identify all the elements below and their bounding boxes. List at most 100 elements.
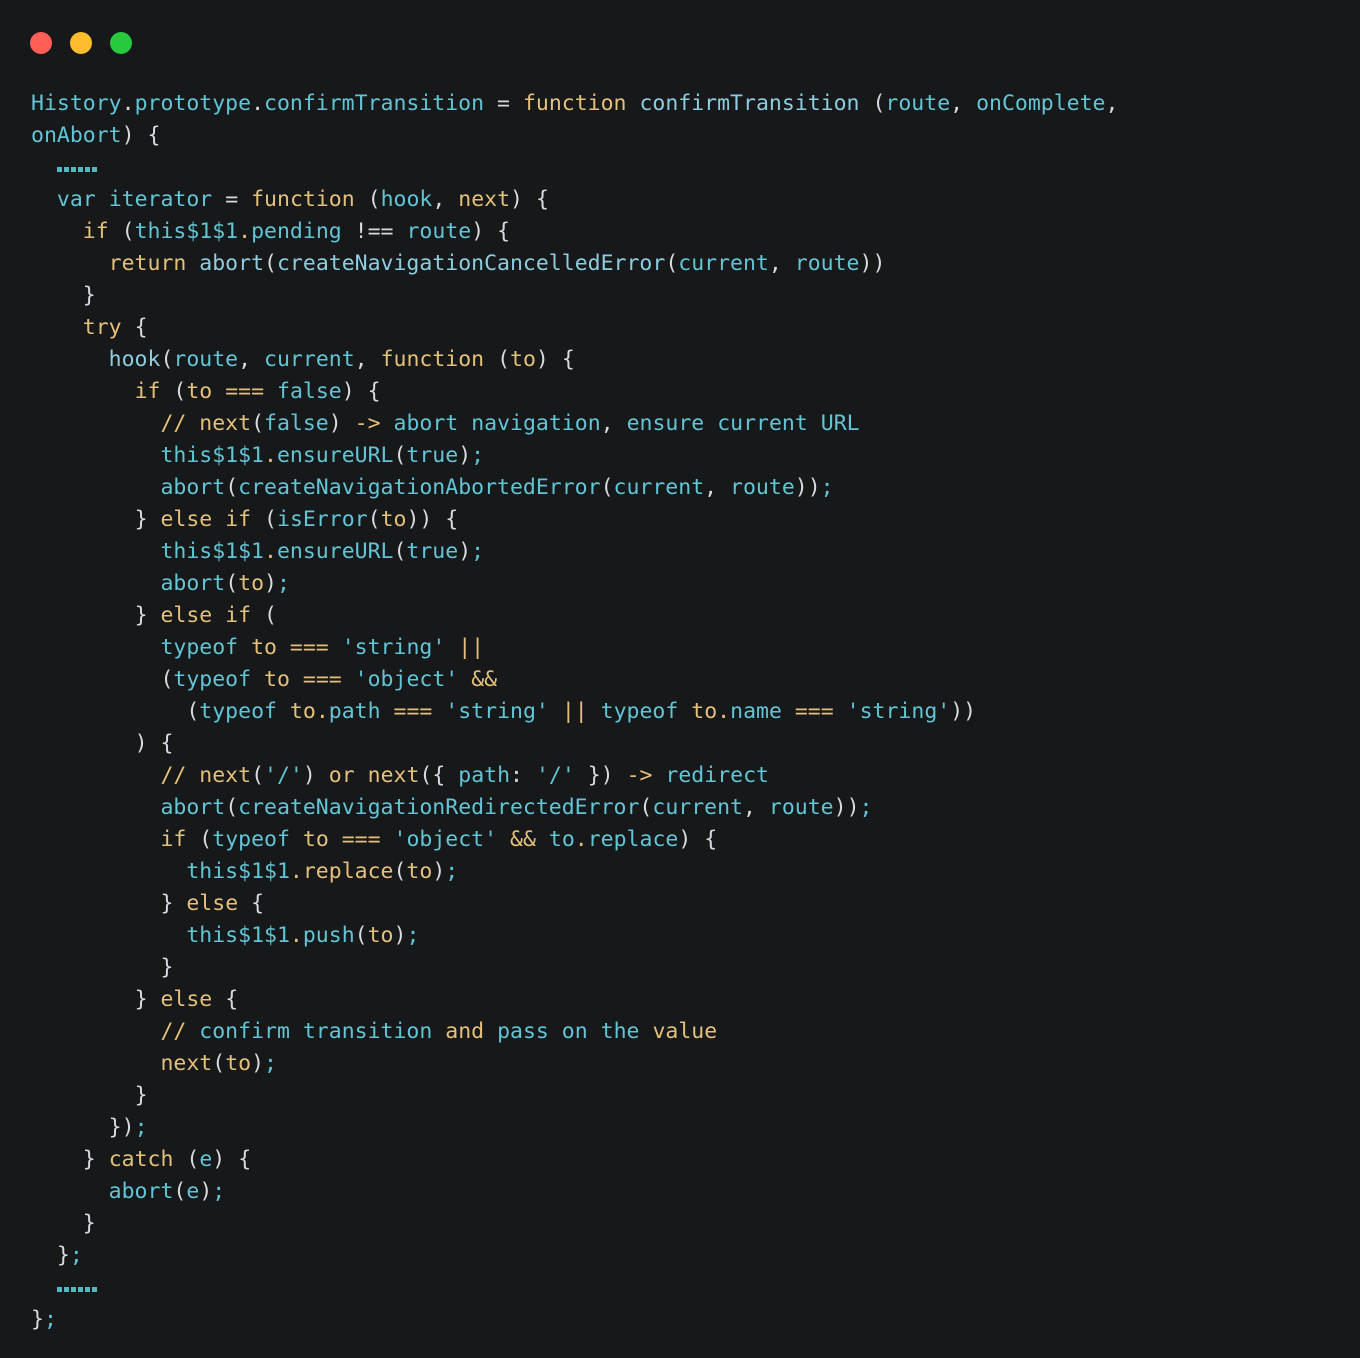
code-token: next (199, 411, 252, 436)
code-token: ( (173, 1179, 187, 1204)
code-token: this$1$1 (186, 923, 290, 948)
code-token: '/' (264, 763, 303, 788)
code-token: push (302, 923, 355, 948)
code-token: , (1105, 91, 1119, 116)
code-token: , (768, 251, 782, 276)
code-token: ensureURL (276, 539, 394, 564)
code-token: ( (121, 219, 135, 244)
code-token: isError (277, 507, 368, 532)
code-token: route (885, 91, 951, 116)
code-token: ) (251, 1051, 265, 1076)
code-token: . (717, 699, 731, 724)
code-line: } else { (31, 984, 1360, 1016)
code-line: this$1$1.push(to); (31, 920, 1360, 952)
code-token: path (458, 763, 511, 788)
code-token: path (328, 699, 381, 724)
code-token: { (225, 987, 239, 1012)
code-token: } (160, 891, 174, 916)
code-token: ( (497, 347, 511, 372)
code-block[interactable]: History.prototype.confirmTransition = fu… (31, 88, 1360, 1336)
code-token: = (225, 187, 239, 212)
code-line: History.prototype.confirmTransition = fu… (31, 88, 1360, 120)
code-token: { (535, 187, 549, 212)
code-token: or (328, 763, 355, 788)
code-token: ) (471, 219, 485, 244)
code-token: ( (600, 475, 614, 500)
code-token: e (199, 1147, 213, 1172)
code-token: } (82, 1147, 96, 1172)
code-line: (typeof to === 'object' && (31, 664, 1360, 696)
code-token: ; (264, 1051, 277, 1076)
code-line: } (31, 952, 1360, 984)
code-line: } (31, 280, 1360, 312)
code-token: === (341, 827, 381, 852)
code-line: }); (31, 1112, 1360, 1144)
code-token: to (691, 699, 718, 724)
code-token: 'object' (354, 667, 459, 692)
code-token: } (82, 283, 96, 308)
code-token: value (652, 1019, 718, 1044)
code-token: if (82, 219, 109, 244)
code-token: ) (328, 411, 342, 436)
maximize-button[interactable] (110, 32, 132, 54)
code-token: . (264, 539, 277, 564)
close-button[interactable] (30, 32, 52, 54)
code-token: 'string' (445, 699, 549, 724)
code-line: } else { (31, 888, 1360, 920)
code-token: { (704, 827, 718, 852)
code-token: transition (302, 1019, 433, 1044)
code-token: ( (160, 347, 174, 372)
code-token: ; (134, 1115, 148, 1140)
code-line: } (31, 1080, 1360, 1112)
code-token: ) (678, 827, 692, 852)
code-token: . (315, 699, 329, 724)
code-token: to (302, 827, 329, 852)
code-token: ; (445, 859, 459, 884)
code-token: try (82, 315, 122, 340)
minimize-button[interactable] (70, 32, 92, 54)
code-token: route (406, 219, 472, 244)
code-fold-marker-icon[interactable] (56, 150, 99, 182)
code-token: function (380, 347, 485, 372)
code-token: ( (225, 795, 239, 820)
code-line: } else if ( (31, 600, 1360, 632)
code-token: replace (302, 859, 394, 884)
code-token: abort (393, 411, 459, 436)
code-token: current (264, 347, 355, 372)
code-token: . (574, 827, 588, 852)
code-line: typeof to === 'string' || (31, 632, 1360, 664)
code-token: abort (160, 475, 226, 500)
code-token: true (406, 539, 459, 564)
code-token: iterator (108, 187, 213, 212)
code-token: ; (69, 1243, 83, 1268)
code-line: } catch (e) { (31, 1144, 1360, 1176)
code-token: && (510, 827, 536, 852)
code-line: hook(route, current, function (to) { (31, 344, 1360, 376)
code-token: ( (199, 827, 213, 852)
code-token: route (794, 251, 860, 276)
code-fold-marker-icon[interactable] (56, 1270, 99, 1302)
code-token: else (186, 891, 239, 916)
code-line: this$1$1.replace(to); (31, 856, 1360, 888)
code-line: this$1$1.ensureURL(true); (31, 440, 1360, 472)
